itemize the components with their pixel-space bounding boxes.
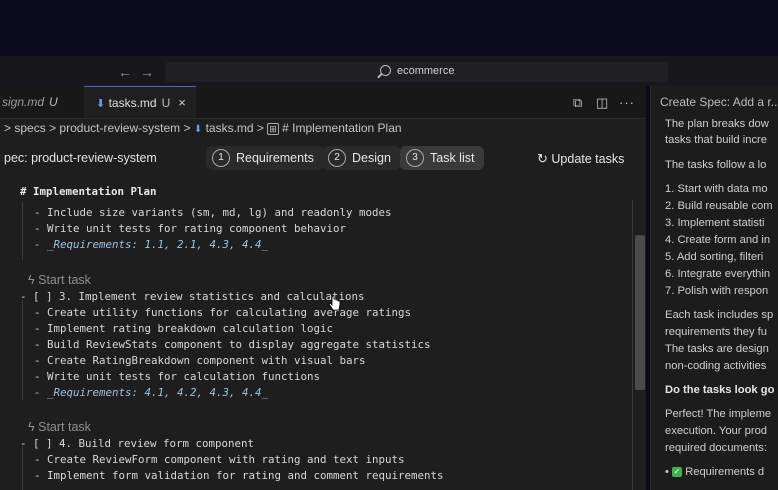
code-line: - Create utility functions for calculati… (34, 306, 412, 319)
chat-panel-title: Create Spec: Add a r... (660, 95, 778, 109)
chat-list-item: 6. Integrate everythin (665, 268, 771, 280)
requirements-line: - _Requirements: 4.1, 4.2, 4.3, 4.4_ (34, 386, 269, 399)
refresh-icon: ↻ (537, 151, 548, 166)
lightning-icon: ϟ (28, 273, 35, 287)
download-icon: ⬇ (96, 98, 106, 110)
tab-label: sign.md (2, 95, 45, 109)
split-editor-icon[interactable]: ◫ (596, 95, 608, 111)
checkmark-icon: ✓ (672, 467, 683, 478)
hand-cursor-icon (328, 296, 341, 311)
tab-modified: U (49, 95, 58, 109)
breadcrumb-symbol[interactable]: # Implementation Plan (282, 121, 401, 135)
breadcrumb-folder[interactable]: product-review-system (59, 121, 180, 135)
breadcrumb-specs[interactable]: specs (14, 121, 45, 135)
close-icon[interactable]: × (178, 95, 186, 110)
breadcrumb-file[interactable]: tasks.md (206, 121, 254, 135)
step-label: Requirements (236, 151, 314, 165)
chat-text: Each task includes sp (665, 309, 774, 321)
lightning-icon: ϟ (28, 420, 35, 434)
editor-scrollbar[interactable] (635, 235, 645, 390)
codelens-label: Start task (38, 273, 91, 287)
chat-list-item: 4. Create form and in (665, 234, 771, 246)
back-arrow-icon[interactable]: ← (118, 64, 132, 80)
task-line: - [ ] 3. Implement review statistics and… (20, 290, 365, 303)
chat-list-item: 1. Start with data mo (665, 183, 768, 195)
code-line: - Implement form validation for rating a… (34, 469, 444, 482)
step-number: 1 (212, 148, 230, 167)
step-number: 2 (328, 148, 346, 167)
code-line: - Build ReviewStats component to display… (34, 338, 431, 351)
chat-text: required documents: (665, 442, 767, 454)
chat-text: requirements they fu (665, 326, 767, 338)
codelens-label: Start task (38, 420, 91, 434)
tab-design-md[interactable]: sign.md U (0, 86, 80, 118)
more-actions-icon[interactable]: ··· (619, 95, 635, 110)
spec-title: pec: product-review-system (4, 151, 157, 165)
code-line: - Create RatingBreakdown component with … (34, 354, 366, 367)
chat-text: The tasks are design (665, 343, 769, 355)
chat-list-item: 5. Add sorting, filteri (665, 251, 764, 263)
step-label: Design (352, 151, 391, 165)
search-text: ecommerce (397, 65, 455, 77)
chat-list-item: 7. Polish with respon (665, 285, 769, 297)
code-line: - Write unit tests for rating component … (34, 222, 347, 235)
step-label: Task list (430, 151, 475, 165)
chat-list-item: 2. Build reusable com (665, 200, 773, 212)
tab-modified: U (161, 96, 171, 110)
chat-text: execution. Your prod (665, 425, 768, 437)
tab-label: tasks.md (108, 96, 157, 110)
code-line: - Implement rating breakdown calculation… (34, 322, 334, 335)
chat-text: The tasks follow a lo (665, 159, 767, 171)
indent-guide (22, 202, 23, 260)
step-task-list[interactable]: 3 Task list (400, 146, 485, 170)
download-icon: ⬇ (193, 124, 203, 135)
search-icon (380, 65, 391, 76)
tab-tasks-md[interactable]: ⬇ tasks.md U × (84, 86, 196, 118)
step-requirements[interactable]: 1 Requirements (206, 146, 324, 170)
start-task-codelens[interactable]: ϟ Start task (28, 273, 91, 287)
symbol-icon: ⊞ (267, 123, 279, 135)
step-number: 3 (406, 148, 424, 167)
chat-text: tasks that build incre (665, 134, 767, 146)
update-label: Update tasks (551, 152, 625, 166)
task-line: - [ ] 4. Build review form component (20, 437, 255, 450)
code-line: - Create ReviewForm component with ratin… (34, 453, 405, 466)
indent-guide (632, 200, 633, 490)
update-tasks-button[interactable]: ↻ Update tasks (537, 151, 624, 167)
chat-text: The plan breaks dow (665, 118, 769, 130)
open-preview-icon[interactable]: ⧉ (573, 95, 582, 111)
chat-list-item: 3. Implement statisti (665, 217, 765, 229)
top-background (0, 0, 778, 56)
breadcrumb: > specs > product-review-system > ⬇ task… (4, 121, 402, 135)
indent-guide (22, 446, 23, 490)
code-line: - Write unit tests for calculation funct… (34, 370, 321, 383)
forward-arrow-icon[interactable]: → (140, 64, 154, 80)
step-design[interactable]: 2 Design (322, 146, 401, 170)
requirements-line: - _Requirements: 1.1, 2.1, 4.3, 4.4_ (34, 238, 269, 251)
chat-text: non-coding activities (665, 360, 767, 372)
code-line: - Include size variants (sm, md, lg) and… (34, 206, 392, 219)
chat-bullet-item: • ✓ Requirements d (665, 466, 765, 478)
editor-header-line: # Implementation Plan (20, 185, 157, 198)
indent-guide (22, 300, 23, 400)
chat-text: Perfect! The impleme (665, 408, 772, 420)
chat-bold-question: Do the tasks look go (665, 384, 775, 396)
start-task-codelens[interactable]: ϟ Start task (28, 420, 91, 434)
